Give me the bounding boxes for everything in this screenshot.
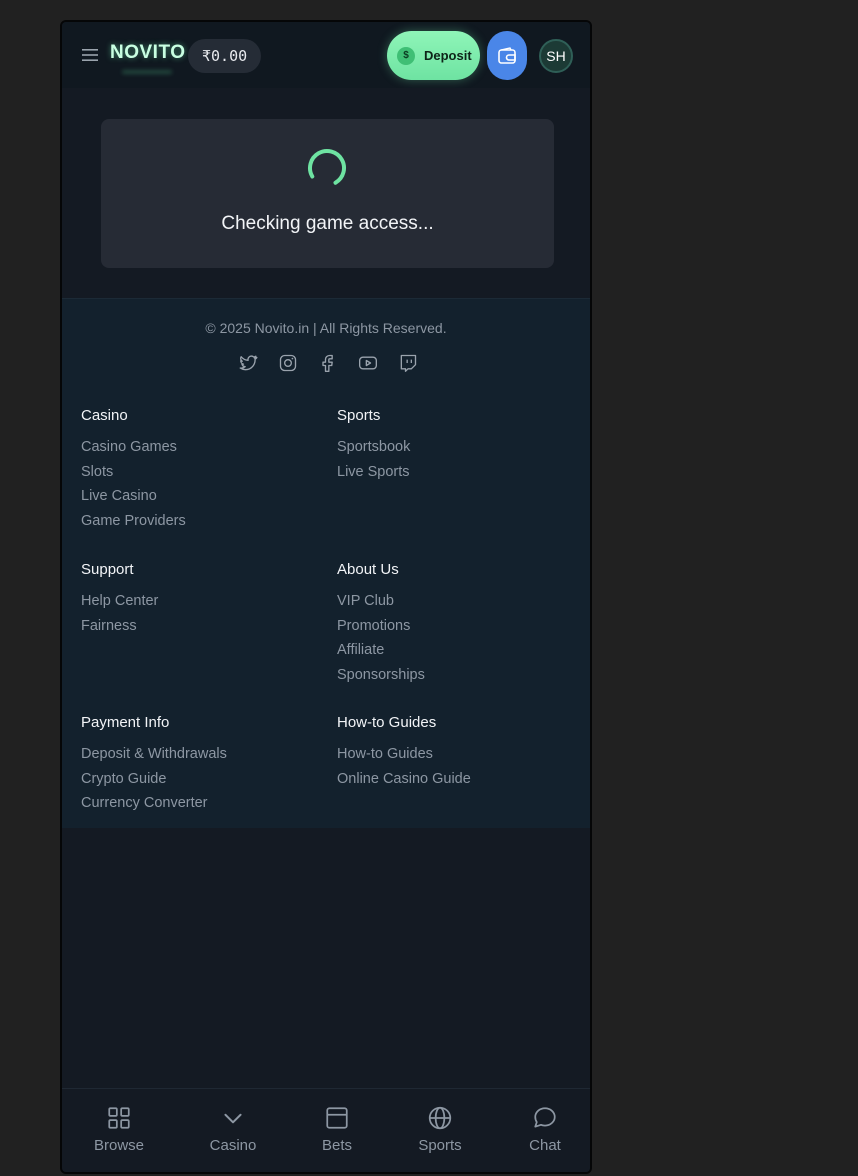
social-links: [238, 353, 418, 373]
deposit-label: Deposit: [424, 48, 472, 63]
footer-heading: Casino: [81, 407, 128, 424]
footer-link[interactable]: Live Casino: [81, 484, 321, 509]
bottom-navigation: Browse Casino Bets Sports Chat: [62, 1088, 590, 1172]
logo-glow: [122, 70, 172, 74]
balance-display[interactable]: ₹0.00: [188, 39, 262, 73]
brand-logo[interactable]: NOVITO: [110, 42, 186, 64]
footer-link[interactable]: Currency Converter: [81, 791, 321, 816]
youtube-icon[interactable]: [358, 353, 378, 373]
nav-label: Casino: [209, 1137, 257, 1154]
footer-link[interactable]: Game Providers: [81, 509, 321, 534]
footer-link[interactable]: Slots: [81, 460, 321, 485]
deposit-button[interactable]: $ Deposit: [387, 31, 480, 80]
instagram-icon[interactable]: [278, 353, 298, 373]
footer-link[interactable]: Online Casino Guide: [337, 767, 577, 792]
nav-casino[interactable]: Casino: [193, 1105, 273, 1154]
footer-link[interactable]: Live Sports: [337, 460, 577, 485]
wallet-button[interactable]: [487, 31, 527, 80]
footer-heading: Payment Info: [81, 714, 170, 731]
footer-column-payment: Payment Info Deposit & Withdrawals Crypt…: [81, 714, 321, 816]
footer-column-about: About Us VIP Club Promotions Affiliate S…: [337, 561, 577, 688]
nav-label: Bets: [321, 1137, 352, 1154]
hamburger-menu-icon[interactable]: [80, 46, 100, 64]
loading-message: Checking game access...: [221, 213, 434, 234]
chevron-down-icon: [224, 1113, 242, 1124]
nav-chat[interactable]: Chat: [505, 1105, 585, 1154]
footer-link[interactable]: Crypto Guide: [81, 767, 321, 792]
nav-bets[interactable]: Bets: [297, 1105, 377, 1154]
footer-link[interactable]: VIP Club: [337, 589, 577, 614]
main-content: Checking game access...: [62, 88, 590, 298]
footer-link[interactable]: Promotions: [337, 614, 577, 639]
footer-link[interactable]: Sportsbook: [337, 435, 577, 460]
nav-browse[interactable]: Browse: [79, 1105, 159, 1154]
footer-heading: How-to Guides: [337, 714, 437, 731]
copyright-text: © 2025 Novito.in | All Rights Reserved.: [205, 320, 447, 336]
footer-heading: Sports: [337, 407, 381, 424]
nav-label: Chat: [529, 1137, 561, 1154]
wallet-icon: [498, 46, 516, 64]
grid-icon: [108, 1107, 130, 1129]
twitch-icon[interactable]: [398, 353, 418, 373]
footer-link[interactable]: Affiliate: [337, 638, 577, 663]
footer-link[interactable]: Deposit & Withdrawals: [81, 742, 321, 767]
footer-heading: Support: [81, 561, 134, 578]
app-frame: NOVITO ₹0.00 $ Deposit SH Checking game …: [60, 20, 592, 1174]
user-avatar[interactable]: SH: [539, 39, 573, 73]
footer-column-sports: Sports Sportsbook Live Sports: [337, 407, 577, 484]
nav-sports[interactable]: Sports: [400, 1105, 480, 1154]
footer-link[interactable]: Casino Games: [81, 435, 321, 460]
footer-column-casino: Casino Casino Games Slots Live Casino Ga…: [81, 407, 321, 534]
footer-link[interactable]: How-to Guides: [337, 742, 577, 767]
top-header: NOVITO ₹0.00 $ Deposit SH: [62, 22, 590, 88]
nav-label: Browse: [93, 1137, 145, 1154]
footer-heading: About Us: [337, 561, 399, 578]
facebook-icon[interactable]: [318, 353, 338, 373]
chat-icon: [534, 1107, 556, 1128]
twitter-icon[interactable]: [238, 353, 258, 373]
bets-icon: [326, 1107, 348, 1129]
site-footer: © 2025 Novito.in | All Rights Reserved. …: [62, 298, 590, 828]
footer-column-support: Support Help Center Fairness: [81, 561, 321, 638]
globe-icon: [428, 1106, 452, 1130]
footer-column-guides: How-to Guides How-to Guides Online Casin…: [337, 714, 577, 791]
footer-link[interactable]: Help Center: [81, 589, 321, 614]
loading-spinner-icon: [308, 149, 346, 188]
nav-label: Sports: [418, 1137, 462, 1154]
dollar-coin-icon: $: [397, 46, 415, 65]
loading-card: Checking game access...: [101, 119, 554, 268]
footer-link[interactable]: Fairness: [81, 614, 321, 639]
footer-link[interactable]: Sponsorships: [337, 663, 577, 688]
